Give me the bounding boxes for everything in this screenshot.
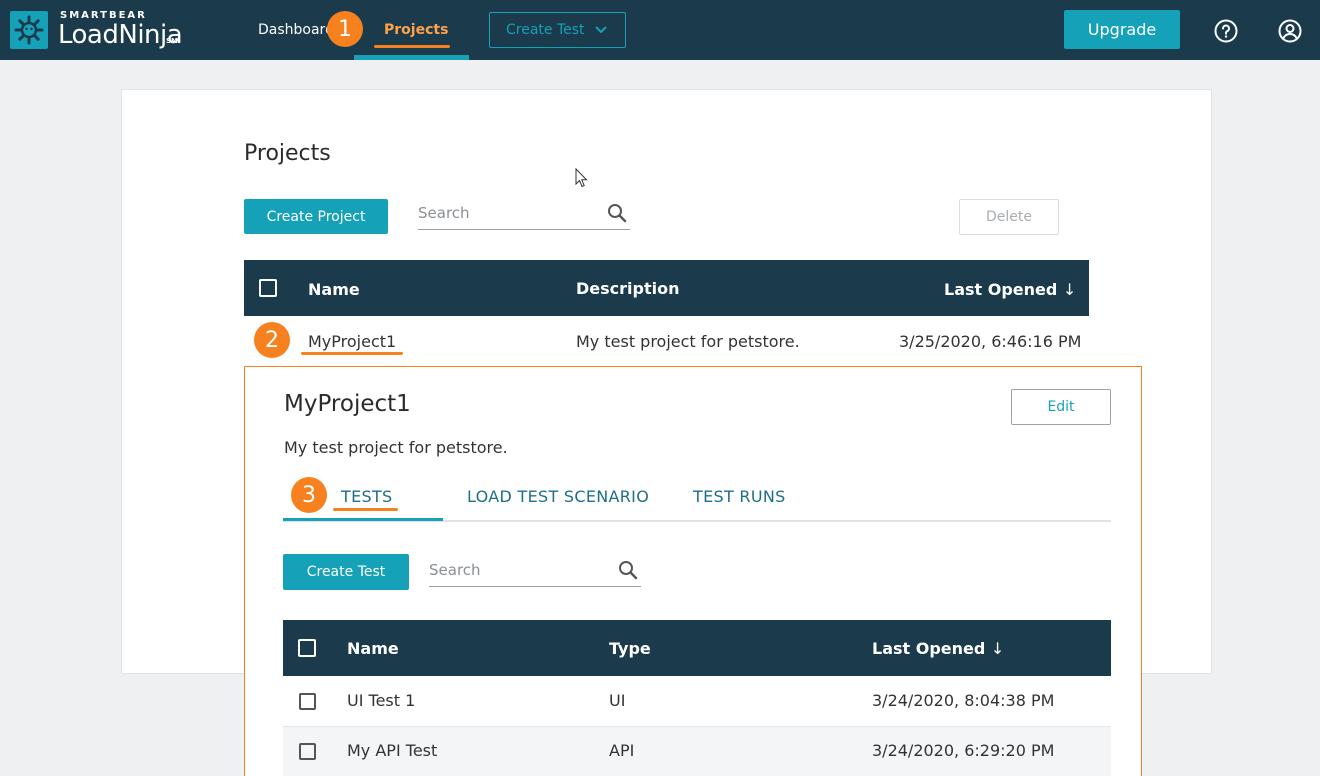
column-description[interactable]: Description xyxy=(576,279,679,298)
column-type[interactable]: Type xyxy=(609,639,651,658)
projects-table-header: Name Description Last Opened ↓ xyxy=(244,260,1089,316)
callout-underline xyxy=(333,508,398,511)
edit-button[interactable]: Edit xyxy=(1011,389,1111,425)
nav-projects-label: Projects xyxy=(384,22,449,38)
delete-button[interactable]: Delete xyxy=(959,199,1059,235)
create-test-dropdown[interactable]: Create Test xyxy=(489,12,626,48)
project-name[interactable]: MyProject1 xyxy=(308,332,396,351)
column-last-opened-label: Last Opened xyxy=(872,639,986,658)
nav-projects[interactable]: Projects xyxy=(354,0,469,60)
create-test-dropdown-label: Create Test xyxy=(506,22,585,38)
brand-product: LoadNinja xyxy=(58,20,183,50)
user-account-icon[interactable] xyxy=(1278,19,1302,43)
project-detail-title: MyProject1 xyxy=(284,391,411,417)
callout-badge-1: 1 xyxy=(327,11,363,47)
row-checkbox[interactable] xyxy=(299,693,316,710)
search-icon[interactable] xyxy=(617,559,639,581)
active-tab-indicator xyxy=(354,55,469,60)
table-row[interactable]: UI Test 1 UI 3/24/2020, 8:04:38 PM xyxy=(283,676,1111,726)
table-row[interactable]: MyProject1 My test project for petstore.… xyxy=(244,316,1089,366)
create-test-button[interactable]: Create Test xyxy=(283,554,409,590)
upgrade-button[interactable]: Upgrade xyxy=(1064,10,1180,49)
project-detail-description: My test project for petstore. xyxy=(284,438,508,457)
projects-search-input[interactable]: Search xyxy=(418,204,470,222)
select-all-checkbox[interactable] xyxy=(298,639,316,657)
project-last-opened: 3/25/2020, 6:46:16 PM xyxy=(899,332,1082,351)
sort-down-arrow-icon: ↓ xyxy=(1062,280,1077,299)
chevron-down-icon xyxy=(594,26,607,34)
column-name[interactable]: Name xyxy=(347,639,399,658)
nav-dashboard[interactable]: Dashboard xyxy=(258,22,334,38)
select-all-checkbox[interactable] xyxy=(259,279,277,297)
row-checkbox[interactable] xyxy=(299,743,316,760)
project-description: My test project for petstore. xyxy=(576,332,800,351)
projects-search[interactable]: Search xyxy=(418,200,630,230)
tests-search[interactable]: Search xyxy=(429,557,641,587)
mouse-cursor-icon xyxy=(575,168,588,188)
help-icon[interactable] xyxy=(1214,19,1238,43)
test-type: API xyxy=(609,741,635,760)
column-last-opened-label: Last Opened xyxy=(944,280,1058,299)
active-tab-indicator xyxy=(283,518,443,521)
tests-search-input[interactable]: Search xyxy=(429,561,481,579)
test-name[interactable]: My API Test xyxy=(347,741,437,760)
callout-underline xyxy=(301,352,403,355)
column-name[interactable]: Name xyxy=(308,280,360,299)
callout-underline xyxy=(374,45,450,48)
top-navbar: SMARTBEAR LoadNinja SM Dashboard Project… xyxy=(0,0,1320,60)
create-project-button[interactable]: Create Project xyxy=(244,199,388,234)
page-title: Projects xyxy=(244,141,331,166)
test-last-opened: 3/24/2020, 8:04:38 PM xyxy=(872,691,1055,710)
tab-test-runs[interactable]: TEST RUNS xyxy=(693,487,786,506)
test-last-opened: 3/24/2020, 6:29:20 PM xyxy=(872,741,1055,760)
sort-down-arrow-icon: ↓ xyxy=(990,639,1005,658)
tab-load-test-scenario[interactable]: LOAD TEST SCENARIO xyxy=(467,487,649,506)
column-last-opened[interactable]: Last Opened ↓ xyxy=(872,639,1004,658)
callout-badge-2: 2 xyxy=(254,322,290,358)
loadninja-logo-icon[interactable] xyxy=(10,11,48,49)
test-name[interactable]: UI Test 1 xyxy=(347,691,415,710)
callout-badge-3: 3 xyxy=(291,477,327,513)
tests-table-header: Name Type Last Opened ↓ xyxy=(283,620,1111,676)
search-icon[interactable] xyxy=(606,202,628,224)
column-last-opened[interactable]: Last Opened ↓ xyxy=(944,280,1076,299)
tab-tests[interactable]: TESTS xyxy=(341,487,392,506)
brand-servicemark: SM xyxy=(166,37,179,45)
table-row[interactable]: My API Test API 3/24/2020, 6:29:20 PM xyxy=(283,726,1111,776)
test-type: UI xyxy=(609,691,626,710)
